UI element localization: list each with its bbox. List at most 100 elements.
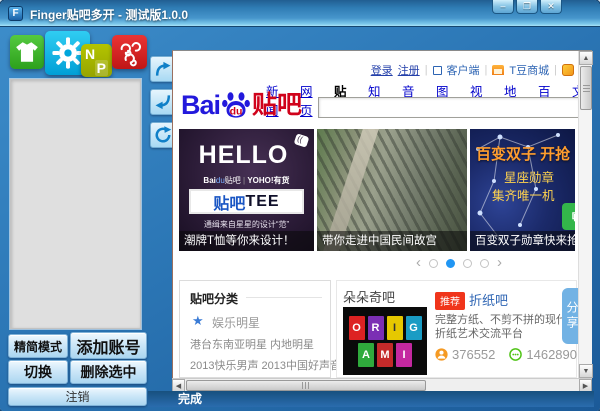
login-link[interactable]: 登录: [371, 62, 393, 78]
banner-carousel-controls: ‹ ›: [416, 255, 502, 270]
utility-links: 登录 注册 | 客户端 | T豆商城 |: [371, 62, 574, 78]
star-icon: ★: [192, 313, 204, 328]
logo-tieba-text: 贴吧: [252, 91, 303, 119]
tshirt-icon[interactable]: [10, 35, 44, 69]
baidu-tieba-logo: Bai du 贴吧: [181, 90, 303, 120]
medal-icon: ⧉: [562, 203, 575, 230]
forward-arrow-icon: [155, 61, 171, 76]
posts-count: 1462890: [526, 347, 578, 362]
posts-icon: [509, 348, 523, 361]
recommended-forum-card: 朵朵奇吧 O R I G A M I 推荐 折纸吧 完整方纸、不剪不拼的现代折纸…: [336, 280, 577, 378]
tieba-category-card: 贴吧分类 ★ 娱乐明星 港台东南亚明星 内地明星 2013快乐男声 2013中国…: [179, 280, 341, 378]
origami-letter: G: [405, 315, 422, 340]
scroll-down-icon[interactable]: ▼: [579, 364, 593, 378]
forum-card-header: 朵朵奇吧: [343, 290, 396, 305]
banner1-tagline: 通缉来自星星的设计“范”: [203, 220, 290, 229]
minimize-button[interactable]: –: [492, 0, 514, 14]
origami-letter: I: [386, 315, 403, 340]
close-button[interactable]: ✕: [540, 0, 562, 14]
scroll-up-icon[interactable]: ▲: [579, 51, 593, 65]
tdou-mall-link[interactable]: T豆商城: [509, 62, 549, 78]
vertical-scrollbar[interactable]: ▲ ▼: [578, 51, 593, 378]
app-window: F Finger贴吧多开 - 测试版1.0.0 – ❐ ✕ N P 精简模式 添…: [0, 0, 600, 411]
banner1-caption: 潮牌T恤等你来设计！: [179, 231, 314, 251]
category-row-1[interactable]: 港台东南亚明星 内地明星: [190, 336, 314, 352]
carousel-dot-1[interactable]: [429, 258, 438, 268]
category-group-link[interactable]: 娱乐明星: [212, 314, 260, 331]
brand-yoho: YOHO!有货: [247, 176, 290, 185]
separator: |: [484, 64, 488, 76]
forum-description: 完整方纸、不剪不拼的现代折纸艺术交流平台: [435, 314, 567, 340]
product-cn: 贴吧: [213, 195, 246, 213]
banner2-caption: 带你走进中国民间故宫: [317, 231, 467, 251]
banner-gemini-medal[interactable]: 百变双子 开抢 星座勋章 集齐唯一机 ⧉ 百变双子勋章快来抢: [470, 129, 575, 251]
horizontal-scrollbar-thumb[interactable]: [186, 380, 426, 391]
status-bar: 完成: [148, 391, 594, 407]
members-count: 376552: [452, 347, 496, 362]
banner1-product: 贴吧 TEE: [189, 189, 304, 214]
carousel-dot-4[interactable]: [480, 258, 489, 268]
account-listbox[interactable]: [10, 79, 141, 329]
simple-mode-button[interactable]: 精简模式: [8, 334, 68, 358]
np-letter-p: P: [94, 60, 108, 76]
paw-icon: du: [221, 90, 251, 120]
delete-selected-button[interactable]: 删除选中: [70, 360, 147, 384]
search-input[interactable]: [318, 97, 579, 118]
swirl-icon[interactable]: [112, 35, 147, 69]
banner1-headline: HELLO: [198, 141, 289, 169]
origami-letter: M: [377, 342, 393, 367]
origami-thumbnail[interactable]: O R I G A M I: [343, 307, 427, 375]
np-icon[interactable]: N P: [81, 44, 112, 77]
gift-icon[interactable]: [562, 64, 574, 76]
mall-icon: [492, 65, 505, 75]
carousel-next-icon[interactable]: ›: [497, 255, 502, 270]
forum-link[interactable]: 折纸吧: [469, 290, 508, 309]
nav-web[interactable]: 网页: [300, 81, 320, 119]
origami-letter: R: [367, 315, 384, 340]
window-controls: – ❐ ✕: [492, 0, 562, 14]
client-link[interactable]: 客户端: [447, 62, 480, 78]
switch-button[interactable]: 切换: [8, 360, 68, 384]
refresh-icon: [155, 126, 172, 143]
members-icon: [435, 348, 448, 361]
separator: |: [424, 64, 428, 76]
back-arrow-icon: [155, 95, 171, 110]
app-icon: F: [8, 6, 23, 21]
logout-button[interactable]: 注销: [8, 387, 147, 406]
separator: |: [554, 64, 557, 76]
register-link[interactable]: 注册: [398, 62, 420, 78]
maximize-button[interactable]: ❐: [516, 0, 538, 14]
carousel-dot-2[interactable]: [446, 258, 455, 268]
banner-folk-palace[interactable]: 带你走进中国民间故宫: [317, 129, 467, 251]
svg-text:du: du: [230, 105, 243, 117]
np-letter-n: N: [85, 46, 96, 62]
title-bar[interactable]: F Finger贴吧多开 - 测试版1.0.0 – ❐ ✕: [0, 0, 600, 27]
banner3-caption: 百变双子勋章快来抢: [470, 231, 575, 251]
origami-letter: A: [358, 342, 374, 367]
category-row-2[interactable]: 2013快乐男声 2013中国好声音: [190, 357, 341, 373]
product-en: TEE: [245, 192, 280, 210]
brand-tieba: 贴吧: [224, 176, 241, 185]
banner1-brands: Baidu贴吧 | YOHO!有货: [179, 175, 314, 186]
banner3-line3: 集齐唯一机: [492, 189, 555, 203]
carousel-prev-icon[interactable]: ‹: [416, 255, 421, 270]
category-header: 贴吧分类: [190, 292, 239, 306]
browser-viewport: 登录 注册 | 客户端 | T豆商城 | 新闻 网页 贴吧 知道 音乐 图片 视…: [172, 50, 592, 378]
add-account-button[interactable]: 添加账号: [70, 332, 147, 359]
recommend-badge: 推荐: [435, 292, 465, 310]
banner3-title: 百变双子 开抢: [476, 146, 571, 163]
origami-letter: I: [396, 342, 412, 367]
vertical-scrollbar-thumb[interactable]: [580, 66, 592, 110]
brand-bai: Bai: [203, 176, 216, 185]
horizontal-scrollbar[interactable]: ◀ ▶: [172, 378, 592, 392]
banner-tieba-tee[interactable]: HELLO Baidu贴吧 | YOHO!有货 贴吧 TEE 通缉来自星星的设计…: [179, 129, 314, 251]
window-title: Finger贴吧多开 - 测试版1.0.0: [30, 8, 189, 22]
brand-du: du: [215, 176, 225, 185]
logo-bai-text: Bai: [181, 90, 221, 120]
brand-separator: |: [243, 176, 246, 185]
carousel-dot-3[interactable]: [463, 258, 472, 268]
divider: [246, 297, 322, 298]
banner3-line2: 星座勋章: [504, 171, 555, 185]
forum-stats: 376552 1462890: [435, 347, 577, 362]
client-icon: [432, 65, 442, 75]
